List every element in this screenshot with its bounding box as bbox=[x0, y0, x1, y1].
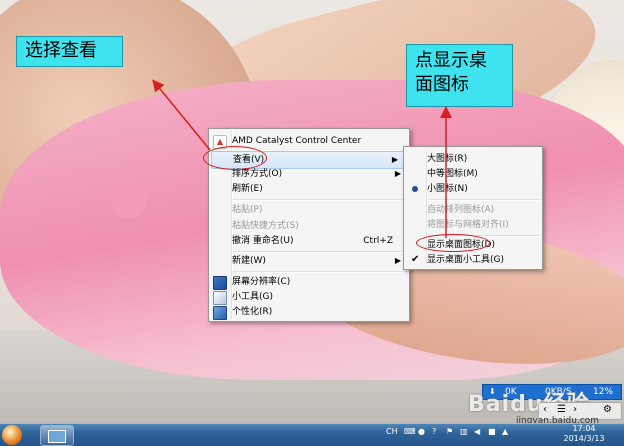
taskbar-app-button[interactable] bbox=[40, 425, 74, 446]
submenu-arrow-icon: ▶ bbox=[394, 256, 401, 265]
ime-indicator[interactable]: CH bbox=[386, 427, 398, 436]
clock[interactable]: 17:04 2014/3/13 bbox=[548, 424, 620, 444]
annotation-circle-show-icons bbox=[416, 234, 490, 252]
menu-item-paste[interactable]: 粘贴(P) bbox=[209, 202, 409, 218]
screen-resolution-icon bbox=[213, 276, 227, 290]
menu-separator bbox=[428, 199, 540, 201]
menu-item-personalize[interactable]: 个性化(R) bbox=[209, 304, 409, 320]
antivirus-icon[interactable]: ● bbox=[418, 427, 425, 436]
menu-item-new[interactable]: 新建(W) ▶ bbox=[209, 253, 409, 269]
gadgets-icon bbox=[213, 291, 227, 305]
taskbar: CH ⌨ ● ? ⚑ ▥ ◀ ■ ▲ 17:04 2014/3/13 bbox=[0, 423, 624, 446]
help-icon[interactable]: ? bbox=[432, 427, 436, 436]
keyboard-icon[interactable]: ⌨ bbox=[404, 427, 416, 436]
list-icon[interactable]: ☰ bbox=[557, 404, 566, 415]
menu-item-paste-shortcut[interactable]: 粘贴快捷方式(S) bbox=[209, 218, 409, 234]
menu-item-refresh[interactable]: 刷新(E) bbox=[209, 181, 409, 197]
menu-item-screen-resolution[interactable]: 屏幕分辨率(C) bbox=[209, 274, 409, 290]
submenu-item-large-icons[interactable]: 大图标(R) bbox=[404, 151, 542, 167]
checkmark-icon: ✔ bbox=[411, 254, 420, 265]
tray-app-icon[interactable]: ▲ bbox=[502, 427, 508, 436]
gear-icon[interactable]: ⚙ bbox=[603, 404, 612, 415]
network-icon[interactable]: ▥ bbox=[460, 427, 468, 436]
previous-icon[interactable]: ‹ bbox=[543, 404, 547, 415]
view-submenu: 大图标(R) 中等图标(M) 小图标(N) 自动排列图标(A) 将图标与网格对齐… bbox=[403, 146, 543, 270]
menu-item-gadgets[interactable]: 小工具(G) bbox=[209, 289, 409, 305]
next-icon[interactable]: › bbox=[573, 404, 577, 415]
flag-icon[interactable]: ⚑ bbox=[446, 427, 453, 436]
volume-icon[interactable]: ◀ bbox=[474, 427, 480, 436]
clock-date: 2014/3/13 bbox=[563, 434, 605, 443]
submenu-item-auto-arrange[interactable]: 自动排列图标(A) bbox=[404, 202, 542, 218]
submenu-item-show-desktop-gadgets[interactable]: ✔ 显示桌面小工具(G) bbox=[404, 252, 542, 268]
submenu-item-small-icons[interactable]: 小图标(N) bbox=[404, 181, 542, 197]
callout-select-view: 选择查看 bbox=[16, 36, 123, 67]
submenu-item-medium-icons[interactable]: 中等图标(M) bbox=[404, 166, 542, 182]
personalize-icon bbox=[213, 306, 227, 320]
tray-app-icon[interactable]: ■ bbox=[488, 427, 496, 436]
menu-separator bbox=[233, 199, 407, 201]
menu-separator bbox=[233, 271, 407, 273]
annotation-circle-view bbox=[203, 146, 267, 170]
menu-item-undo-rename[interactable]: 撤消 重命名(U) Ctrl+Z bbox=[209, 233, 409, 249]
callout-show-desktop-icons: 点显示桌 面图标 bbox=[406, 44, 513, 107]
clock-time: 17:04 bbox=[572, 424, 596, 433]
submenu-arrow-icon: ▶ bbox=[394, 169, 401, 178]
start-button[interactable] bbox=[2, 425, 22, 445]
radio-selected-icon bbox=[412, 186, 418, 192]
submenu-item-align-to-grid[interactable]: 将图标与网格对齐(I) bbox=[404, 217, 542, 233]
